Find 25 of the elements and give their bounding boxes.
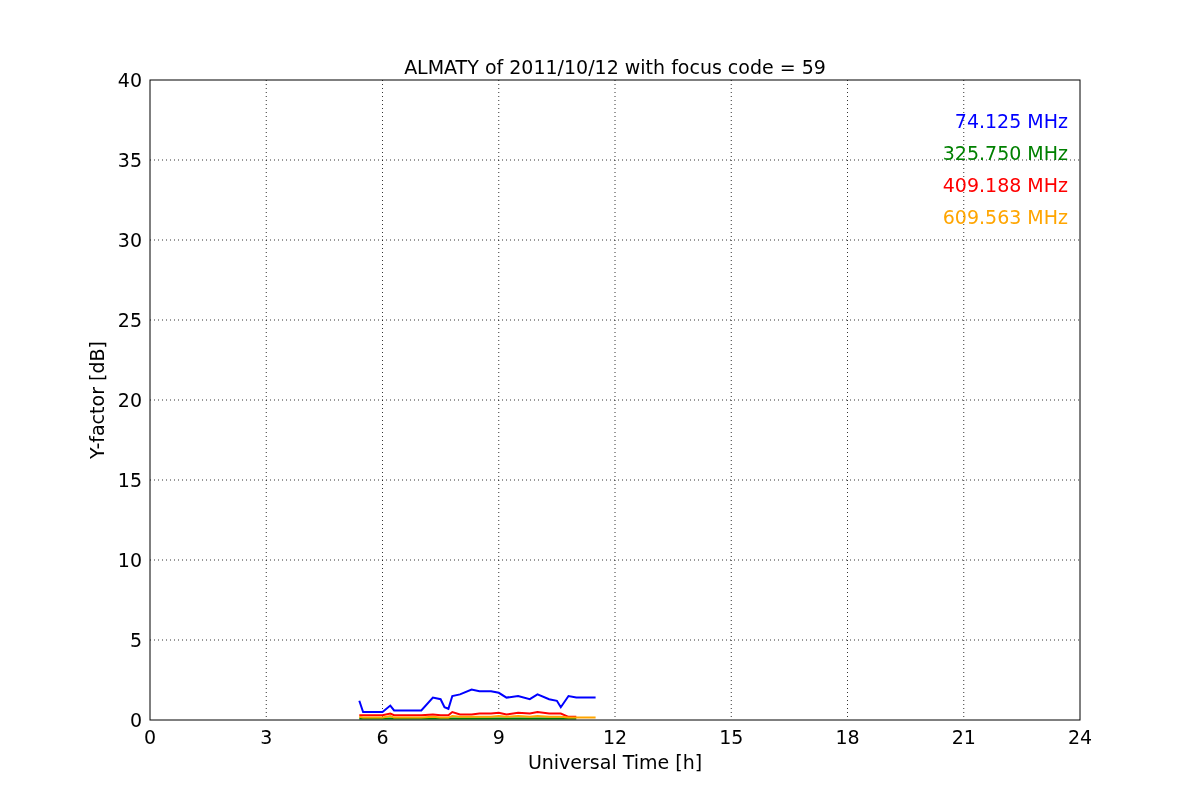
y-tick-label: 30	[117, 229, 142, 251]
y-tick-label: 35	[117, 149, 142, 171]
x-tick-label: 21	[951, 726, 976, 748]
y-tick-label: 0	[129, 709, 142, 731]
legend-label: 609.563 MHz	[942, 206, 1068, 228]
x-axis-label: Universal Time [h]	[527, 751, 703, 773]
x-tick-label: 9	[492, 726, 505, 748]
legend-label: 325.750 MHz	[942, 142, 1068, 164]
x-tick-label: 15	[719, 726, 744, 748]
y-tick-label: 40	[117, 69, 142, 91]
x-tick-label: 18	[835, 726, 860, 748]
y-tick-label: 15	[117, 469, 142, 491]
y-tick-label: 25	[117, 309, 142, 331]
x-tick-label: 3	[260, 726, 273, 748]
legend-label: 409.188 MHz	[942, 174, 1068, 196]
y-axis-label: Y-factor [dB]	[86, 341, 108, 459]
y-tick-label: 20	[117, 389, 142, 411]
x-tick-label: 6	[376, 726, 389, 748]
legend-label: 74.125 MHz	[954, 110, 1068, 132]
x-tick-label: 24	[1067, 726, 1093, 748]
x-tick-label: 12	[602, 726, 628, 748]
y-tick-label: 5	[129, 629, 142, 651]
x-tick-label: 0	[143, 726, 157, 748]
chart-title: ALMATY of 2011/10/12 with focus code = 59	[404, 56, 826, 78]
y-tick-label: 10	[117, 549, 142, 571]
